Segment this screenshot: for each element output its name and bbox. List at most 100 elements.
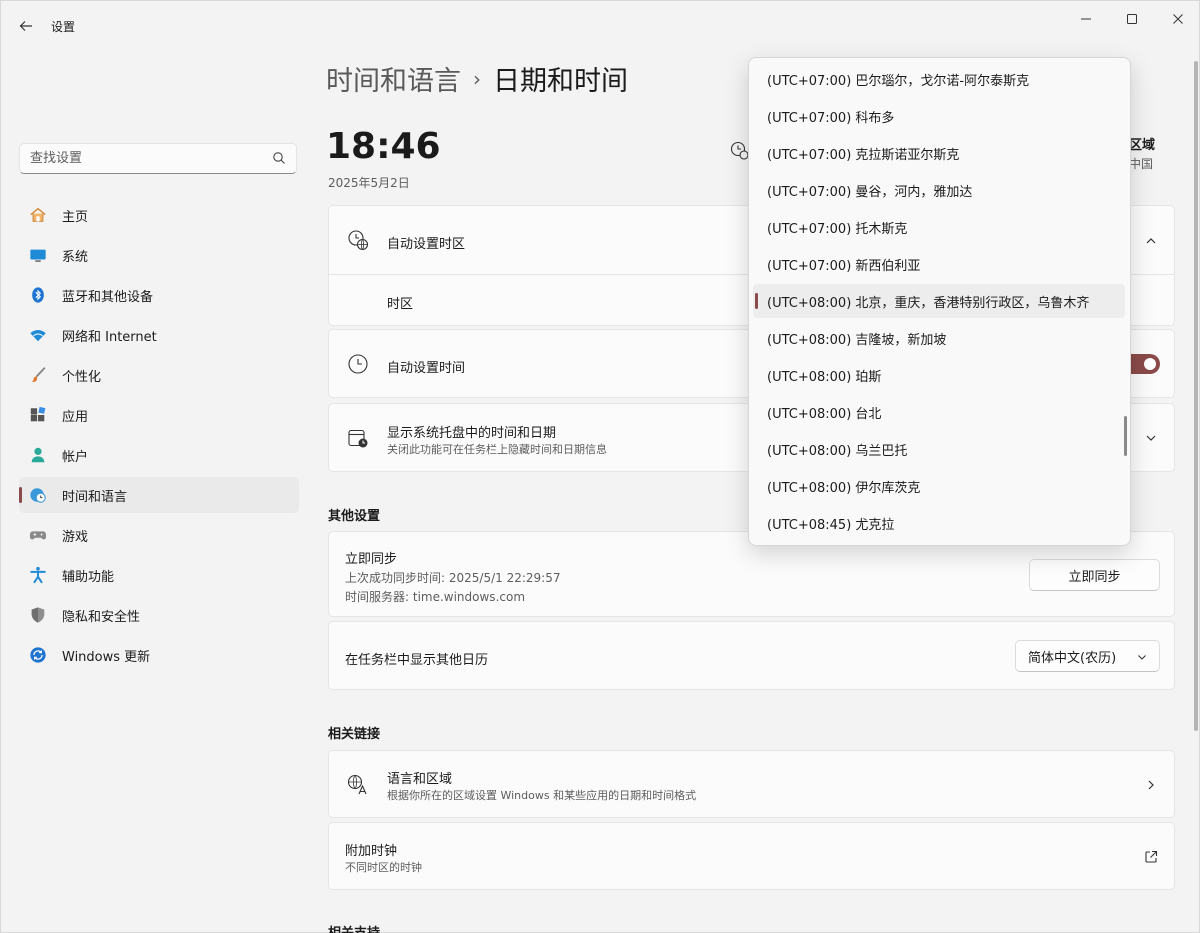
timezone-option-selected[interactable]: (UTC+08:00) 北京，重庆，香港特别行政区，乌鲁木齐 xyxy=(753,284,1125,318)
sidebar-item-windows-update[interactable]: Windows 更新 xyxy=(19,637,299,673)
sidebar-item-gaming[interactable]: 游戏 xyxy=(19,517,299,553)
breadcrumb-parent[interactable]: 时间和语言 xyxy=(326,59,461,98)
additional-clocks-link[interactable]: 附加时钟 不同时区的时钟 xyxy=(328,822,1175,890)
sidebar-item-label: 帐户 xyxy=(62,449,89,465)
clock-icon xyxy=(348,354,368,374)
sidebar-item-label: 主页 xyxy=(62,209,89,225)
sidebar-item-label: 蓝牙和其他设备 xyxy=(62,289,154,305)
time-server-text: 时间服务器: time.windows.com xyxy=(345,590,526,604)
gamepad-icon xyxy=(29,526,47,544)
sidebar-item-label: 游戏 xyxy=(62,529,89,545)
bluetooth-icon xyxy=(29,286,47,304)
maximize-button[interactable] xyxy=(1109,1,1155,37)
current-time: 18:46 xyxy=(326,126,441,167)
timezone-option[interactable]: (UTC+08:00) 吉隆坡，新加坡 xyxy=(753,321,1125,355)
timezone-option[interactable]: (UTC+07:00) 曼谷，河内，雅加达 xyxy=(753,173,1125,207)
additional-clocks-description: 不同时区的时钟 xyxy=(345,861,422,874)
chevron-down-icon[interactable] xyxy=(1145,432,1157,444)
close-button[interactable] xyxy=(1155,1,1200,37)
home-icon xyxy=(29,206,47,224)
back-arrow-icon xyxy=(19,21,32,31)
maximize-icon xyxy=(1127,14,1137,24)
sidebar-item-label: 应用 xyxy=(62,409,89,425)
update-icon xyxy=(29,646,47,664)
sidebar-item-system[interactable]: 系统 xyxy=(19,237,299,273)
calendar-select-value: 简体中文(农历) xyxy=(1028,650,1117,666)
sidebar-item-bluetooth[interactable]: 蓝牙和其他设备 xyxy=(19,277,299,313)
minimize-icon xyxy=(1081,18,1091,20)
settings-window: 设置 主页 系统 xyxy=(0,0,1200,933)
additional-clocks-title: 附加时钟 xyxy=(345,844,398,859)
breadcrumb: 时间和语言 › 日期和时间 xyxy=(326,59,628,98)
person-icon xyxy=(29,446,47,464)
region-label: 区域 xyxy=(1129,138,1156,153)
sidebar-item-home[interactable]: 主页 xyxy=(19,197,299,233)
sidebar-item-label: 个性化 xyxy=(62,369,102,385)
search-input[interactable] xyxy=(20,144,260,173)
tray-time-label: 显示系统托盘中的时间和日期 xyxy=(387,426,557,441)
sidebar-item-label: 时间和语言 xyxy=(62,489,128,505)
page-scrollbar[interactable] xyxy=(1194,61,1198,731)
sidebar-item-label: 网络和 Internet xyxy=(62,329,157,345)
sidebar-item-personalization[interactable]: 个性化 xyxy=(19,357,299,393)
monitor-icon xyxy=(29,246,47,264)
app-title: 设置 xyxy=(51,20,76,34)
minimize-button[interactable] xyxy=(1063,1,1109,37)
back-button[interactable] xyxy=(11,11,41,41)
calendar-label: 在任务栏中显示其他日历 xyxy=(345,653,489,668)
timezone-dropdown: (UTC+07:00) 巴尔瑙尔，戈尔诺-阿尔泰斯克 (UTC+07:00) 科… xyxy=(748,57,1131,546)
chevron-up-icon[interactable] xyxy=(1145,235,1157,247)
auto-time-label: 自动设置时间 xyxy=(387,361,466,376)
region-value: 中国 xyxy=(1129,157,1154,171)
close-icon xyxy=(1173,14,1183,24)
sidebar-nav: 主页 系统 蓝牙和其他设备 网络和 Internet 个性化 应用 帐户 时间和… xyxy=(19,197,299,677)
timezone-label: 时区 xyxy=(387,297,414,312)
sidebar-item-accessibility[interactable]: 辅助功能 xyxy=(19,557,299,593)
language-icon xyxy=(347,774,367,795)
search-icon[interactable] xyxy=(272,151,286,165)
sidebar-item-label: 辅助功能 xyxy=(62,569,115,585)
timezone-option[interactable]: (UTC+07:00) 科布多 xyxy=(753,99,1125,133)
language-region-title: 语言和区域 xyxy=(387,772,453,787)
title-bar: 设置 xyxy=(1,1,1200,49)
sync-now-button[interactable]: 立即同步 xyxy=(1029,559,1160,591)
timezone-option[interactable]: (UTC+08:00) 乌兰巴托 xyxy=(753,432,1125,466)
other-settings-heading: 其他设置 xyxy=(328,509,381,524)
globe-clock-icon xyxy=(29,486,47,504)
auto-timezone-label: 自动设置时区 xyxy=(387,237,466,252)
sidebar-item-accounts[interactable]: 帐户 xyxy=(19,437,299,473)
external-link-icon xyxy=(1145,850,1158,863)
sidebar-item-label: 隐私和安全性 xyxy=(62,609,141,625)
timezone-option[interactable]: (UTC+08:45) 尤克拉 xyxy=(753,506,1125,540)
chevron-right-icon xyxy=(1148,780,1154,790)
sidebar-item-apps[interactable]: 应用 xyxy=(19,397,299,433)
shield-icon xyxy=(29,606,47,624)
related-links-heading: 相关链接 xyxy=(328,727,381,742)
timezone-option[interactable]: (UTC+07:00) 巴尔瑙尔，戈尔诺-阿尔泰斯克 xyxy=(753,62,1125,96)
timezone-option[interactable]: (UTC+08:00) 珀斯 xyxy=(753,358,1125,392)
sync-title: 立即同步 xyxy=(345,552,398,567)
calendar-select[interactable]: 简体中文(农历) xyxy=(1015,640,1160,672)
timezone-option[interactable]: (UTC+07:00) 克拉斯诺亚尔斯克 xyxy=(753,136,1125,170)
search-box[interactable] xyxy=(19,143,297,174)
dropdown-scrollbar[interactable] xyxy=(1124,416,1127,456)
globe-clock-icon xyxy=(348,230,369,251)
breadcrumb-separator: › xyxy=(473,66,481,91)
accessibility-icon xyxy=(29,566,47,584)
timezone-option[interactable]: (UTC+08:00) 台北 xyxy=(753,395,1125,429)
tray-time-description: 关闭此功能可在任务栏上隐藏时间和日期信息 xyxy=(387,443,607,456)
timezone-option[interactable]: (UTC+07:00) 托木斯克 xyxy=(753,210,1125,244)
related-support-heading: 相关支持 xyxy=(328,922,380,933)
calendar-clock-icon xyxy=(348,429,368,448)
globe-clock-icon xyxy=(730,141,749,160)
language-region-link[interactable]: 语言和区域 根据你所在的区域设置 Windows 和某些应用的日期和时间格式 xyxy=(328,750,1175,818)
brush-icon xyxy=(29,366,47,384)
page-title: 日期和时间 xyxy=(493,66,628,97)
sidebar-item-privacy[interactable]: 隐私和安全性 xyxy=(19,597,299,633)
language-region-description: 根据你所在的区域设置 Windows 和某些应用的日期和时间格式 xyxy=(387,789,697,802)
timezone-option[interactable]: (UTC+08:00) 伊尔库茨克 xyxy=(753,469,1125,503)
timezone-option[interactable]: (UTC+07:00) 新西伯利亚 xyxy=(753,247,1125,281)
sidebar-item-label: Windows 更新 xyxy=(62,649,151,665)
sidebar-item-network[interactable]: 网络和 Internet xyxy=(19,317,299,353)
sidebar-item-time-language[interactable]: 时间和语言 xyxy=(19,477,299,513)
